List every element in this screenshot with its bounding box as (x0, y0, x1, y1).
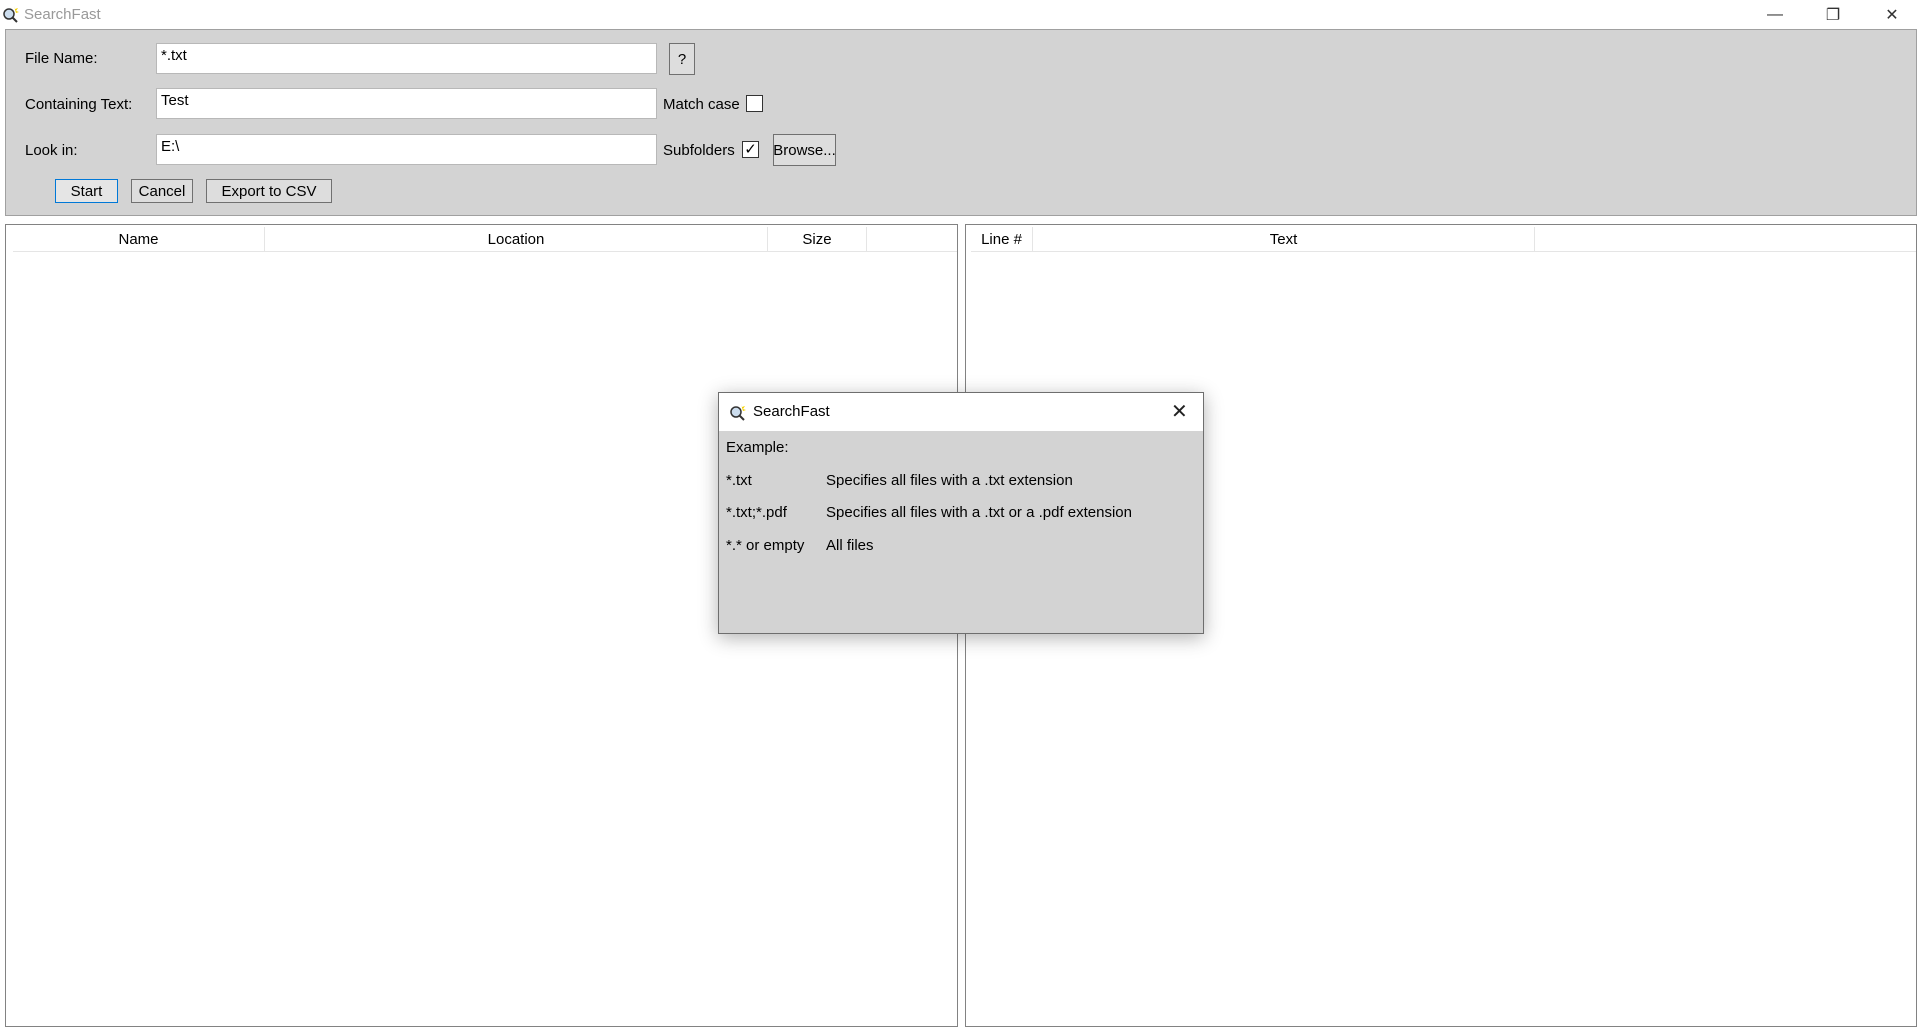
example-description: Specifies all files with a .txt extensio… (826, 472, 1073, 489)
column-header-text[interactable]: Text (1033, 227, 1535, 251)
match-case-checkbox[interactable] (746, 95, 763, 112)
look-in-label: Look in: (25, 142, 78, 159)
example-description: All files (826, 537, 874, 554)
window-title: SearchFast (24, 6, 101, 23)
close-icon: ✕ (1171, 401, 1188, 423)
dialog-title: SearchFast (753, 403, 830, 420)
column-header-name[interactable]: Name (13, 227, 265, 251)
check-icon: ✓ (744, 141, 757, 158)
look-in-input[interactable]: E:\ (156, 134, 657, 165)
containing-text-input[interactable]: Test (156, 88, 657, 119)
column-header-location[interactable]: Location (265, 227, 768, 251)
minimize-icon: — (1767, 5, 1783, 23)
file-name-input[interactable]: *.txt (156, 43, 657, 74)
close-button[interactable]: ✕ (1869, 0, 1915, 29)
dialog-titlebar: SearchFast ✕ (719, 393, 1203, 431)
example-pattern: *.* or empty (726, 537, 805, 554)
close-icon: ✕ (1885, 6, 1899, 24)
lines-header: Line # Text (971, 227, 1916, 252)
column-header-size[interactable]: Size (768, 227, 867, 251)
containing-text-label: Containing Text: (25, 96, 133, 113)
column-header-line[interactable]: Line # (971, 227, 1033, 251)
example-pattern: *.txt (726, 472, 752, 489)
export-csv-button[interactable]: Export to CSV (206, 179, 332, 203)
help-button[interactable]: ? (669, 43, 695, 75)
match-case-label: Match case (663, 96, 740, 113)
dialog-close-button[interactable]: ✕ (1171, 399, 1188, 424)
restore-button[interactable]: ❐ (1810, 0, 1856, 29)
example-description: Specifies all files with a .txt or a .pd… (826, 504, 1132, 521)
cancel-button[interactable]: Cancel (131, 179, 193, 203)
app-icon (730, 404, 746, 421)
minimize-button[interactable]: — (1752, 0, 1798, 29)
subfolders-checkbox[interactable]: ✓ (742, 141, 759, 158)
start-button[interactable]: Start (55, 179, 118, 203)
browse-button[interactable]: Browse... (773, 134, 836, 166)
files-header: Name Location Size (13, 227, 957, 252)
help-dialog: SearchFast ✕ Example: *.txt Specifies al… (718, 392, 1204, 634)
subfolders-label: Subfolders (663, 142, 735, 159)
file-name-label: File Name: (25, 50, 98, 67)
restore-icon: ❐ (1825, 6, 1841, 24)
dialog-heading: Example: (726, 439, 789, 456)
example-pattern: *.txt;*.pdf (726, 504, 787, 521)
app-icon (3, 6, 19, 23)
